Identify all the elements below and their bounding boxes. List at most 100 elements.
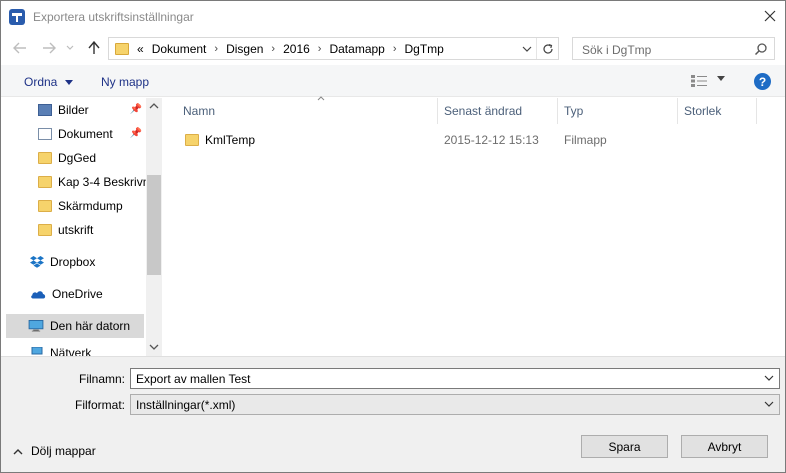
breadcrumb-item[interactable]: Disgen — [224, 42, 265, 56]
pin-icon[interactable]: 📌 — [130, 128, 142, 139]
onedrive-icon — [31, 291, 46, 299]
cancel-button[interactable]: Avbryt — [681, 435, 768, 458]
nav-item-label: OneDrive — [52, 287, 103, 301]
organize-menu-button[interactable]: Ordna — [24, 75, 73, 89]
command-toolbar: Ordna Ny mapp ? — [1, 65, 785, 97]
chevron-down-icon — [522, 46, 532, 52]
column-header-label: Namn — [183, 104, 216, 118]
dropbox-icon — [30, 256, 44, 268]
nav-item-documents[interactable]: Dokument 📌 — [1, 122, 146, 146]
breadcrumb-separator-icon[interactable]: › — [208, 43, 224, 55]
refresh-icon — [542, 43, 553, 54]
nav-item-label: Skärmdump — [58, 199, 123, 213]
breadcrumb-item[interactable]: 2016 — [281, 42, 312, 56]
nav-item-skarmdump[interactable]: Skärmdump — [1, 194, 146, 218]
breadcrumb-separator-icon[interactable]: › — [312, 43, 328, 55]
nav-item-this-pc[interactable]: Den här datorn — [6, 314, 144, 338]
nav-item-label: Dropbox — [50, 255, 96, 269]
nav-item-onedrive[interactable]: OneDrive — [1, 282, 146, 306]
forward-button[interactable] — [40, 39, 58, 57]
nav-item-dropbox[interactable]: Dropbox — [1, 250, 146, 274]
nav-item-label: utskrift — [58, 223, 94, 237]
chevron-down-icon — [66, 45, 74, 50]
file-list: Namn Senast ändrad Typ Storlek KmlTemp 2… — [163, 96, 785, 356]
nav-item-pictures[interactable]: Bilder 📌 — [1, 98, 146, 122]
filename-value: Export av mallen Test — [136, 371, 251, 386]
hide-folders-toggle[interactable]: Dölj mappar — [13, 444, 96, 458]
breadcrumb-item[interactable]: DgTmp — [403, 42, 446, 56]
chevron-up-icon — [13, 448, 23, 454]
breadcrumb-item[interactable]: Dokument — [146, 42, 209, 56]
breadcrumb-item[interactable]: Datamapp — [327, 42, 386, 56]
navigation-row: « Dokument › Disgen › 2016 › Datamapp › … — [1, 33, 785, 63]
nav-item-label: DgGed — [58, 151, 97, 165]
save-form: Filnamn: Export av mallen Test Filformat… — [1, 356, 785, 472]
view-dropdown-icon[interactable] — [717, 76, 725, 81]
nav-item-label: Kap 3-4 Beskrivn — [58, 175, 146, 189]
nav-item-kap-3-4[interactable]: Kap 3-4 Beskrivn — [1, 170, 146, 194]
app-icon — [9, 9, 25, 25]
view-options-icon[interactable] — [691, 75, 707, 87]
back-arrow-icon — [13, 42, 26, 54]
column-header-name[interactable]: Namn — [177, 96, 438, 124]
nav-scrollbar[interactable] — [146, 98, 162, 356]
help-button[interactable]: ? — [754, 73, 771, 90]
nav-item-label: Bilder — [58, 103, 89, 117]
nav-item-dgged[interactable]: DgGed — [1, 146, 146, 170]
scroll-thumb[interactable] — [147, 175, 161, 275]
nav-item-label: Nätverk — [50, 346, 92, 356]
filename-label: Filnamn: — [78, 372, 125, 386]
nav-item-label: Dokument — [58, 127, 113, 141]
hide-folders-label: Dölj mappar — [31, 444, 96, 458]
filename-field[interactable]: Export av mallen Test — [130, 368, 780, 389]
file-modified: 2015-12-12 15:13 — [444, 133, 539, 147]
documents-icon — [38, 128, 52, 140]
up-button[interactable] — [85, 39, 103, 57]
sort-ascending-icon — [317, 96, 325, 101]
column-header-type[interactable]: Typ — [558, 98, 678, 124]
search-placeholder: Sök i DgTmp — [582, 43, 652, 57]
network-icon — [31, 347, 43, 355]
column-header-label: Senast ändrad — [444, 104, 523, 118]
breadcrumb-overflow[interactable]: « — [135, 42, 146, 56]
close-button[interactable] — [755, 1, 785, 31]
address-bar[interactable]: « Dokument › Disgen › 2016 › Datamapp › … — [108, 37, 559, 60]
column-header-modified[interactable]: Senast ändrad — [438, 98, 558, 124]
folder-icon — [38, 176, 52, 188]
format-value: Inställningar(*.xml) — [136, 397, 236, 412]
save-button[interactable]: Spara — [581, 435, 668, 458]
column-header-label: Storlek — [684, 104, 722, 118]
folder-icon — [38, 200, 52, 212]
title-bar: Exportera utskriftsinställningar — [1, 1, 785, 33]
format-select[interactable]: Inställningar(*.xml) — [130, 394, 780, 415]
pin-icon[interactable]: 📌 — [130, 104, 142, 115]
breadcrumb-separator-icon[interactable]: › — [387, 43, 403, 55]
computer-icon — [28, 320, 44, 332]
scroll-down-icon[interactable] — [149, 344, 159, 350]
window-title: Exportera utskriftsinställningar — [33, 10, 194, 24]
back-button[interactable] — [11, 39, 29, 57]
breadcrumb-separator-icon[interactable]: › — [265, 43, 281, 55]
folder-icon — [185, 134, 199, 146]
organize-label: Ordna — [24, 75, 58, 89]
navigation-pane: Bilder 📌 Dokument 📌 DgGed Kap 3-4 Beskri… — [1, 98, 162, 356]
column-header-size[interactable]: Storlek — [678, 98, 757, 124]
refresh-button[interactable] — [536, 38, 558, 59]
export-dialog: Exportera utskriftsinställningar « Dokum… — [0, 0, 786, 473]
nav-item-network[interactable]: Nätverk — [1, 346, 146, 356]
scroll-up-icon[interactable] — [149, 103, 159, 109]
pictures-icon — [38, 104, 52, 116]
chevron-down-icon[interactable] — [764, 373, 774, 383]
nav-item-utskrift[interactable]: utskrift — [1, 218, 146, 242]
new-folder-button[interactable]: Ny mapp — [101, 75, 149, 89]
file-name: KmlTemp — [205, 133, 256, 147]
close-icon — [764, 10, 776, 22]
recent-locations-button[interactable] — [64, 39, 76, 57]
nav-item-label: Den här datorn — [50, 319, 131, 333]
format-label: Filformat: — [74, 398, 125, 412]
search-input[interactable]: Sök i DgTmp — [572, 37, 775, 60]
address-dropdown-button[interactable] — [520, 42, 534, 56]
column-header-label: Typ — [564, 104, 584, 118]
folder-icon — [115, 42, 129, 55]
caret-down-icon — [64, 80, 73, 86]
